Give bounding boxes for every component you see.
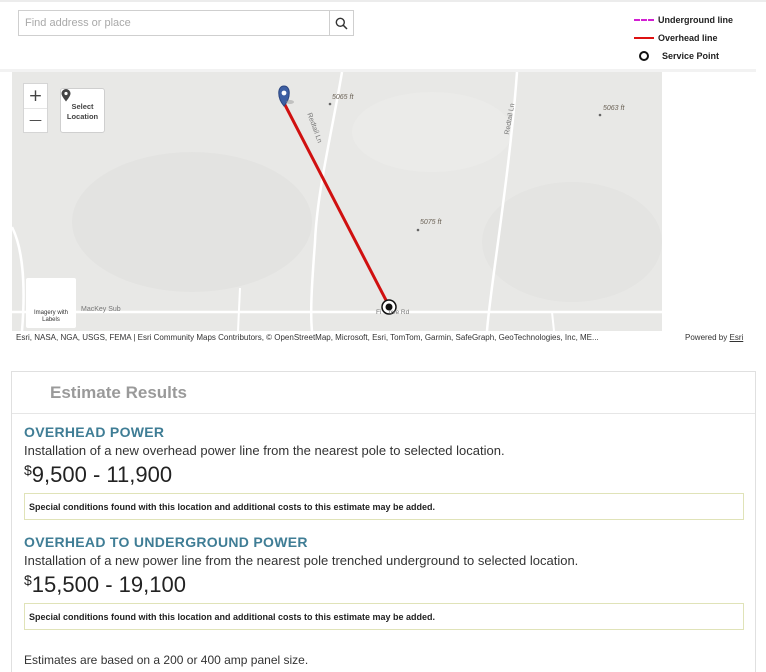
solid-line-icon: [634, 37, 654, 39]
elevation-point: [598, 113, 602, 117]
esri-link[interactable]: Esri: [729, 333, 743, 342]
map-view[interactable]: 5065 ft 5063 ft 5075 ft Redtail Ln Redta…: [12, 72, 662, 331]
powered-by-text: Powered by: [685, 333, 728, 342]
dashed-line-icon: [634, 19, 654, 21]
special-conditions-notice: Special conditions found with this locat…: [24, 603, 744, 630]
section-description: Installation of a new power line from th…: [24, 553, 579, 568]
results-title: Estimate Results: [50, 382, 187, 402]
elevation-point: [328, 102, 332, 106]
results-header: Estimate Results: [12, 372, 755, 414]
currency-symbol: $: [24, 572, 32, 588]
select-location-label: Select Location: [66, 101, 99, 121]
zoom-control: + —: [23, 83, 48, 133]
search-bar: [18, 10, 354, 36]
map-legend: Underground line Overhead line Service P…: [630, 11, 756, 65]
top-divider: [0, 0, 766, 2]
map-attribution: Esri, NASA, NGA, USGS, FEMA | Esri Commu…: [12, 331, 756, 345]
price-value: 9,500 - 11,900: [31, 462, 173, 487]
legend-item-overhead: Overhead line: [630, 29, 756, 47]
legend-label: Service Point: [662, 51, 720, 61]
section-description: Installation of a new overhead power lin…: [24, 443, 505, 458]
basemap-toggle-button[interactable]: Imagery with Labels: [26, 278, 76, 328]
place-label: MacKey Sub: [81, 306, 121, 313]
estimate-results-panel: Estimate Results OVERHEAD POWER Installa…: [11, 371, 756, 672]
zoom-out-button[interactable]: —: [24, 108, 47, 132]
map-pin-icon: [61, 89, 71, 102]
special-conditions-notice: Special conditions found with this locat…: [24, 493, 744, 520]
basemap-label: Imagery with Labels: [33, 310, 68, 323]
powered-by: Powered by Esri: [685, 331, 743, 345]
legend-item-underground: Underground line: [630, 11, 756, 29]
elevation-label: 5065 ft: [332, 94, 354, 101]
price-range: $15,500 - 19,100: [24, 572, 744, 598]
legend-label: Underground line: [658, 15, 733, 25]
road-label: Fi ove Rd: [376, 309, 410, 316]
search-button[interactable]: [329, 11, 353, 35]
overhead-section: OVERHEAD POWER Installation of a new ove…: [24, 424, 744, 520]
estimate-footnote: Estimates are based on a 200 or 400 amp …: [24, 653, 309, 667]
legend-label: Overhead line: [658, 33, 718, 43]
attribution-text: Esri, NASA, NGA, USGS, FEMA | Esri Commu…: [16, 333, 599, 342]
select-location-button[interactable]: Select Location: [60, 88, 105, 133]
elevation-label: 5075 ft: [420, 219, 442, 226]
search-icon: [335, 17, 348, 30]
zoom-in-button[interactable]: +: [24, 84, 47, 108]
search-input[interactable]: [19, 11, 329, 35]
elevation-point: [416, 228, 420, 232]
section-title: OVERHEAD TO UNDERGROUND POWER: [24, 534, 308, 550]
map-canvas: [12, 72, 662, 331]
price-range: $9,500 - 11,900: [24, 462, 744, 488]
elevation-label: 5063 ft: [603, 105, 625, 112]
currency-symbol: $: [24, 462, 32, 478]
legend-item-service-point: Service Point: [630, 47, 756, 65]
underground-section: OVERHEAD TO UNDERGROUND POWER Installati…: [24, 534, 744, 630]
circle-icon: [639, 51, 649, 61]
price-value: 15,500 - 19,100: [31, 572, 186, 597]
section-title: OVERHEAD POWER: [24, 424, 165, 440]
